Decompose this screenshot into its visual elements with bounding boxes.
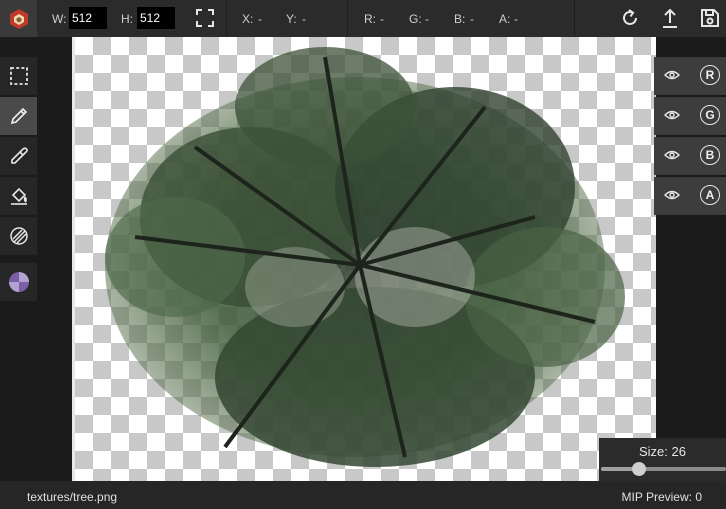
mip-preview-label: MIP Preview: 0 — [621, 490, 702, 504]
brush-size-panel: Size: 26 — [599, 438, 726, 481]
color-picker-button[interactable] — [0, 263, 37, 301]
toolbar-divider — [347, 0, 348, 37]
r-value: - — [380, 12, 384, 26]
channel-b-row[interactable]: B — [654, 137, 726, 175]
channel-g-badge[interactable]: G — [700, 105, 720, 125]
export-button[interactable] — [658, 6, 682, 30]
y-value: - — [302, 12, 306, 26]
channel-r-row[interactable]: R — [654, 57, 726, 95]
top-toolbar: W: H: X: - Y: - R: - G: - B: - A: - — [0, 0, 726, 37]
eye-icon[interactable] — [664, 68, 680, 82]
b-value: - — [470, 12, 474, 26]
selection-icon — [9, 67, 28, 85]
file-path: textures/tree.png — [27, 490, 118, 504]
channel-a-row[interactable]: A — [654, 177, 726, 215]
channel-r-badge[interactable]: R — [700, 65, 720, 85]
eyedropper-tool-button[interactable] — [0, 137, 37, 175]
fill-tool-button[interactable] — [0, 177, 37, 215]
save-button[interactable] — [698, 6, 722, 30]
app-logo-icon — [9, 8, 28, 29]
pencil-tool-button[interactable] — [0, 97, 37, 135]
width-input[interactable] — [69, 7, 107, 29]
refresh-icon — [623, 9, 637, 25]
height-label: H: — [121, 12, 133, 26]
toolbar-divider — [226, 0, 227, 37]
a-label: A: — [499, 12, 511, 26]
fit-canvas-button[interactable] — [193, 6, 217, 30]
select-tool-button[interactable] — [0, 57, 37, 95]
pencil-icon — [10, 107, 27, 125]
channel-g-row[interactable]: G — [654, 97, 726, 135]
channel-panel: R G B A — [654, 57, 726, 217]
eyedropper-icon — [10, 147, 28, 164]
color-swatch-icon — [8, 272, 29, 292]
x-label: X: — [242, 12, 254, 26]
fullscreen-icon — [196, 9, 214, 27]
slider-knob[interactable] — [631, 462, 646, 476]
toolbar-divider — [574, 0, 575, 37]
eye-icon[interactable] — [664, 148, 680, 162]
g-value: - — [425, 12, 429, 26]
b-label: B: — [454, 12, 466, 26]
paint-bucket-icon — [10, 187, 27, 205]
texture-canvas[interactable] — [75, 37, 656, 481]
x-value: - — [258, 12, 262, 26]
channel-a-badge[interactable]: A — [700, 185, 720, 205]
channel-b-badge[interactable]: B — [700, 145, 720, 165]
upload-icon — [663, 8, 677, 28]
pattern-icon — [9, 227, 28, 245]
save-icon — [701, 9, 719, 27]
height-input[interactable] — [137, 7, 175, 29]
status-bar: textures/tree.png MIP Preview: 0 — [0, 481, 726, 509]
reset-button[interactable] — [618, 6, 642, 30]
tool-palette — [0, 57, 37, 303]
width-label: W: — [52, 12, 67, 26]
y-label: Y: — [286, 12, 297, 26]
g-label: G: — [409, 12, 422, 26]
pattern-tool-button[interactable] — [0, 217, 37, 255]
eye-icon[interactable] — [664, 108, 680, 122]
brush-size-slider[interactable] — [601, 462, 726, 476]
brush-size-label: Size: 26 — [639, 444, 686, 459]
r-label: R: — [364, 12, 376, 26]
eye-icon[interactable] — [664, 188, 680, 202]
a-value: - — [514, 12, 518, 26]
app-logo — [0, 0, 37, 37]
tree-texture-image — [105, 47, 625, 467]
